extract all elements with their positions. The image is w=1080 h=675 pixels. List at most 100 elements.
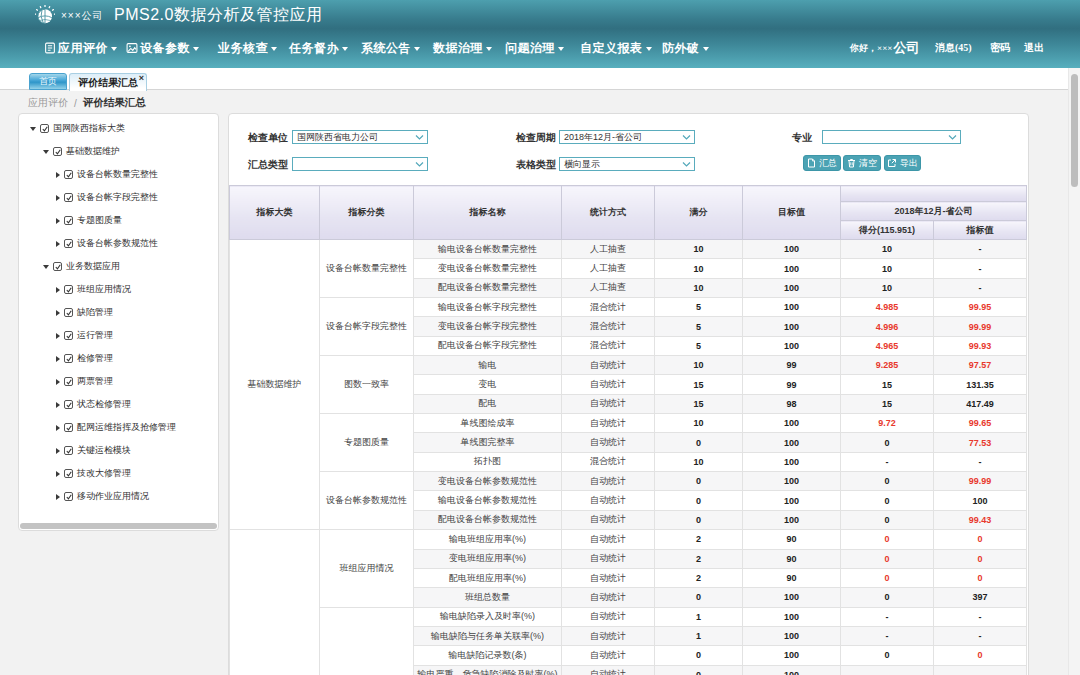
tree-item[interactable]: 设备台帐数量完整性 <box>19 163 218 186</box>
tree-collapse-icon[interactable] <box>56 241 60 247</box>
tree-collapse-icon[interactable] <box>56 172 60 178</box>
score-cell: 0 <box>841 472 934 491</box>
tree-item[interactable]: 业务数据应用 <box>19 255 218 278</box>
tree-collapse-icon[interactable] <box>56 425 60 431</box>
tree-collapse-icon[interactable] <box>56 494 60 500</box>
target-cell: 100 <box>743 240 841 259</box>
tree-collapse-icon[interactable] <box>56 195 60 201</box>
checkbox-checked-icon[interactable] <box>64 400 73 409</box>
tree-collapse-icon[interactable] <box>56 379 60 385</box>
checkbox-checked-icon[interactable] <box>64 170 73 179</box>
filter-label-3: 专业 <box>766 131 812 144</box>
page-scrollbar-track[interactable] <box>1068 68 1080 675</box>
tab-close-icon[interactable]: × <box>139 74 144 82</box>
checkbox-checked-icon[interactable] <box>64 446 73 455</box>
nav-item-1[interactable]: 应用评价 <box>44 41 117 55</box>
nav-link-3[interactable]: 退出 <box>1024 41 1044 55</box>
nav-item-5[interactable]: 系统公告 <box>361 41 420 55</box>
button-label: 清空 <box>859 157 877 170</box>
tree-item[interactable]: 国网陕西指标大类 <box>19 117 218 140</box>
checkbox-checked-icon[interactable] <box>53 262 62 271</box>
tree-item[interactable]: 配网运维指挥及抢修管理 <box>19 416 218 439</box>
clear-button[interactable]: 清空 <box>843 155 881 171</box>
nav-item-2[interactable]: 设备参数 <box>126 41 199 55</box>
filter-select-4[interactable] <box>292 157 428 171</box>
tree-collapse-icon[interactable] <box>56 287 60 293</box>
user-name: 公司 <box>893 39 919 57</box>
full-score-cell: 15 <box>655 375 743 394</box>
checkbox-checked-icon[interactable] <box>64 308 73 317</box>
score-cell: 0 <box>841 433 934 452</box>
nav-item-8[interactable]: 自定义报表 <box>580 41 652 55</box>
tab-evaluation-summary[interactable]: 评价结果汇总 × <box>69 73 147 91</box>
tree-expand-icon[interactable] <box>30 127 36 131</box>
checkbox-checked-icon[interactable] <box>64 423 73 432</box>
breadcrumb-parent[interactable]: 应用评价 <box>28 96 68 110</box>
method-cell: 混合统计 <box>562 452 655 471</box>
checkbox-checked-icon[interactable] <box>64 377 73 386</box>
indicator-name-cell: 拓扑图 <box>414 452 562 471</box>
nav-item-9[interactable]: 防外破 <box>662 41 709 55</box>
value-cell: - <box>934 626 1027 645</box>
tree-collapse-icon[interactable] <box>56 402 60 408</box>
tree-collapse-icon[interactable] <box>56 333 60 339</box>
page-scrollbar-thumb[interactable] <box>1071 74 1078 187</box>
full-score-cell: 5 <box>655 298 743 317</box>
filter-select-1[interactable]: 国网陕西省电力公司 <box>292 130 428 144</box>
summarize-button[interactable]: 汇总 <box>803 155 841 171</box>
col-header-2: 指标分类 <box>320 186 414 240</box>
tree-item[interactable]: 检修管理 <box>19 347 218 370</box>
tree-item[interactable]: 基础数据维护 <box>19 140 218 163</box>
tree-item[interactable]: 关键运检模块 <box>19 439 218 462</box>
method-cell: 自动统计 <box>562 472 655 491</box>
filter-select-2[interactable]: 2018年12月-省公司 <box>559 130 695 144</box>
caret-down-icon <box>486 47 492 51</box>
value-cell: 99.95 <box>934 298 1027 317</box>
tree-item[interactable]: 设备台帐字段完整性 <box>19 186 218 209</box>
checkbox-checked-icon[interactable] <box>64 331 73 340</box>
checkbox-checked-icon[interactable] <box>64 285 73 294</box>
nav-item-3[interactable]: 业务核查 <box>218 41 277 55</box>
checkbox-checked-icon[interactable] <box>64 469 73 478</box>
tree-item[interactable]: 移动作业应用情况 <box>19 485 218 508</box>
tree-collapse-icon[interactable] <box>56 448 60 454</box>
tree-item[interactable]: 运行管理 <box>19 324 218 347</box>
export-button[interactable]: 导出 <box>884 155 921 171</box>
value-cell: 417.49 <box>934 394 1027 413</box>
checkbox-checked-icon[interactable] <box>64 492 73 501</box>
tree-item[interactable]: 专题图质量 <box>19 209 218 232</box>
sidebar-horizontal-scrollbar[interactable] <box>20 523 217 529</box>
nav-link-2[interactable]: 密码 <box>990 41 1010 55</box>
checkbox-checked-icon[interactable] <box>53 147 62 156</box>
tree-item[interactable]: 技改大修管理 <box>19 462 218 485</box>
method-cell: 人工抽查 <box>562 240 655 259</box>
target-cell: 100 <box>743 298 841 317</box>
nav-item-6[interactable]: 数据治理 <box>433 41 492 55</box>
checkbox-checked-icon[interactable] <box>64 216 73 225</box>
tree-item[interactable]: 状态检修管理 <box>19 393 218 416</box>
full-score-cell: 1 <box>655 626 743 645</box>
checkbox-checked-icon[interactable] <box>64 354 73 363</box>
tree-item[interactable]: 设备台帐参数规范性 <box>19 232 218 255</box>
col-header-6: 目标值 <box>743 186 841 240</box>
tab-home[interactable]: 首页 <box>29 73 67 90</box>
checkbox-checked-icon[interactable] <box>40 124 49 133</box>
form-icon <box>44 42 56 54</box>
tree-collapse-icon[interactable] <box>56 310 60 316</box>
filter-select-3[interactable] <box>822 130 961 144</box>
tree-collapse-icon[interactable] <box>56 471 60 477</box>
checkbox-checked-icon[interactable] <box>64 239 73 248</box>
checkbox-checked-icon[interactable] <box>64 193 73 202</box>
nav-item-4[interactable]: 任务督办 <box>289 41 348 55</box>
tree-collapse-icon[interactable] <box>56 218 60 224</box>
tree-collapse-icon[interactable] <box>56 356 60 362</box>
tree-expand-icon[interactable] <box>43 150 49 154</box>
tree-item[interactable]: 班组应用情况 <box>19 278 218 301</box>
nav-item-7[interactable]: 问题治理 <box>505 41 564 55</box>
tree-item[interactable]: 缺陷管理 <box>19 301 218 324</box>
filter-select-5[interactable]: 横向显示 <box>559 157 695 171</box>
nav-link-1[interactable]: 消息(45) <box>935 41 972 55</box>
tree-item[interactable]: 两票管理 <box>19 370 218 393</box>
full-score-cell: 2 <box>655 568 743 587</box>
tree-expand-icon[interactable] <box>43 265 49 269</box>
